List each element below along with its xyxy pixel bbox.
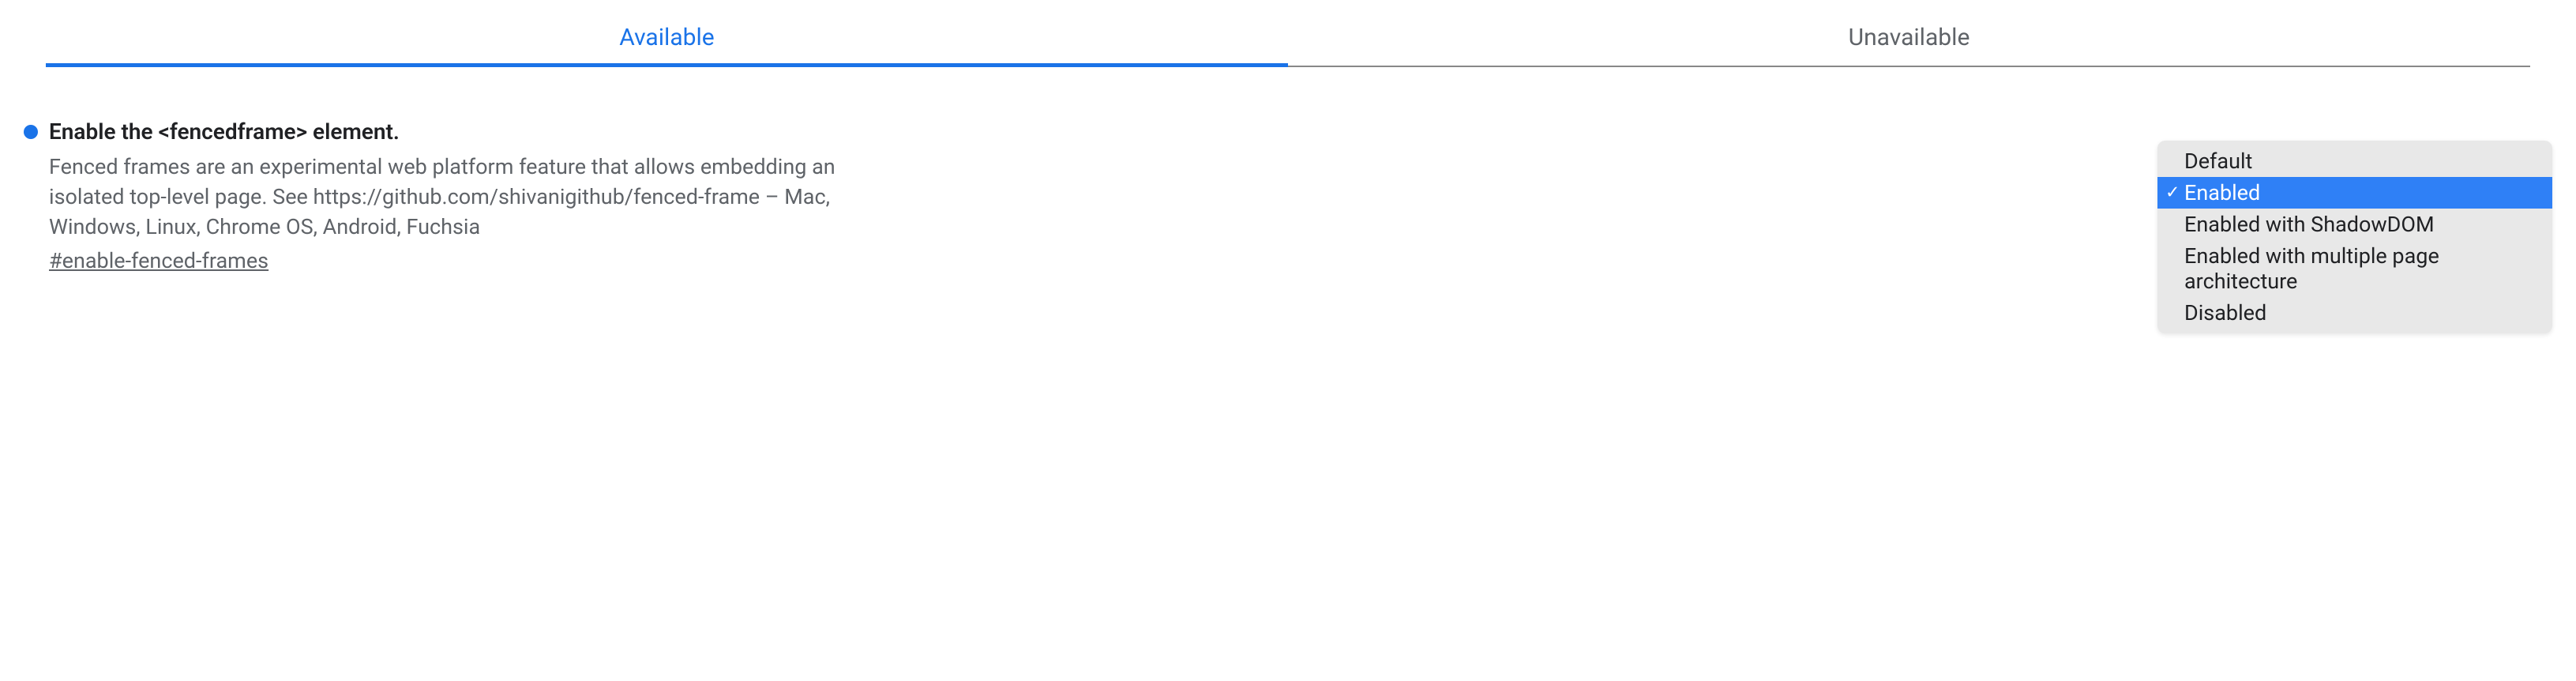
- checkmark-icon: ✓: [2165, 183, 2180, 203]
- dropdown-option-default[interactable]: Default: [2157, 145, 2552, 177]
- tabs-bar: Available Unavailable: [46, 16, 2530, 67]
- dropdown-option-mparch[interactable]: Enabled with multiple page architecture: [2157, 240, 2552, 297]
- flag-text-block: Enable the <fencedframe> element. Fenced…: [24, 119, 837, 273]
- dropdown-option-enabled[interactable]: ✓ Enabled: [2157, 177, 2552, 209]
- flag-title: Enable the <fencedframe> element.: [49, 119, 400, 145]
- flag-hash-link[interactable]: #enable-fenced-frames: [49, 248, 837, 273]
- status-dot-icon: [24, 125, 38, 139]
- tab-unavailable[interactable]: Unavailable: [1288, 16, 2530, 66]
- flag-value-dropdown[interactable]: Default ✓ Enabled Enabled with ShadowDOM…: [2157, 141, 2552, 333]
- dropdown-option-disabled[interactable]: Disabled: [2157, 297, 2552, 329]
- flag-title-row: Enable the <fencedframe> element.: [24, 119, 837, 145]
- dropdown-option-label: Enabled: [2184, 180, 2260, 205]
- tab-available[interactable]: Available: [46, 16, 1288, 66]
- flag-description: Fenced frames are an experimental web pl…: [49, 152, 837, 242]
- dropdown-option-shadowdom[interactable]: Enabled with ShadowDOM: [2157, 209, 2552, 240]
- flag-entry: Enable the <fencedframe> element. Fenced…: [24, 119, 2552, 273]
